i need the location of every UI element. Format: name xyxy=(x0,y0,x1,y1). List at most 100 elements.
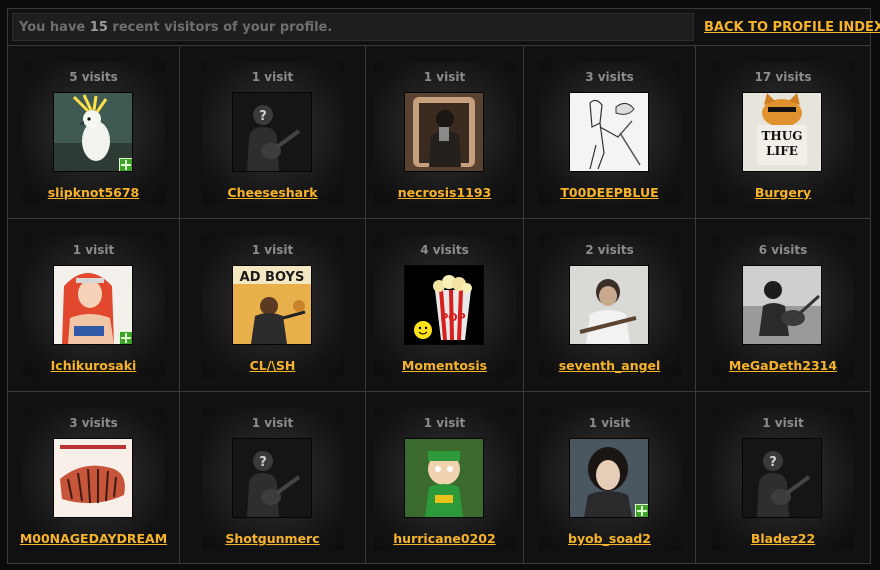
back-to-profile-index-link[interactable]: BACK TO PROFILE INDEX xyxy=(704,20,880,35)
bad-boys-poster-image: AD BOYS xyxy=(232,266,311,344)
visitor-avatar[interactable] xyxy=(403,92,484,172)
mirror-selfie-image xyxy=(404,93,483,171)
visitor-cell: 1 visit AD BOYS CL/\SH xyxy=(180,219,366,392)
visitor-cell: 6 visits MeGaDeth2314 xyxy=(696,219,870,392)
visitor-cell: 5 visits slipknot5678 xyxy=(8,46,180,219)
visitor-username-link[interactable]: seventh_angel xyxy=(529,358,691,373)
visitor-username-link[interactable]: M00NAGEDAYDREAM xyxy=(13,531,175,546)
visitor-username-link[interactable]: CL/\SH xyxy=(192,358,354,373)
visitor-card: 2 visits seventh_angel xyxy=(538,235,681,377)
visitor-cell: 1 visit ? Cheeseshark xyxy=(180,46,366,219)
visitor-avatar[interactable] xyxy=(52,265,133,345)
visitors-prefix: You have xyxy=(19,20,86,35)
online-status-icon xyxy=(118,158,132,171)
visitor-cell: 1 visit Ichikurosaki xyxy=(8,219,180,392)
visitor-cell: 1 visit byob_soad2 xyxy=(524,392,696,563)
visitor-username-link[interactable]: Shotgunmerc xyxy=(192,531,354,546)
online-status-icon xyxy=(118,331,132,344)
visitor-username-link[interactable]: Momentosis xyxy=(364,358,526,373)
visitor-username-link[interactable]: T00DEEPBLUE xyxy=(529,185,691,200)
visitor-card: 5 visits slipknot5678 xyxy=(22,62,165,204)
visit-count: 3 visits xyxy=(69,416,118,430)
visitor-username-link[interactable]: Cheeseshark xyxy=(192,185,354,200)
guitarist-bw-image xyxy=(743,266,821,344)
svg-text:?: ? xyxy=(769,455,777,470)
visitor-avatar[interactable]: ? xyxy=(231,92,312,172)
thug-life-cat-image: THUG LIFE xyxy=(743,93,821,171)
visitor-avatar[interactable] xyxy=(568,438,649,518)
default-guitar-silhouette-image: ? xyxy=(232,93,311,171)
visitor-card: 3 visits T00DEEPBLUE xyxy=(538,62,681,204)
visitor-avatar[interactable]: ? xyxy=(742,438,822,518)
visitors-header: You have 15 recent visitors of your prof… xyxy=(8,9,880,46)
visitor-avatar[interactable]: POP xyxy=(403,265,484,345)
visitor-username-link[interactable]: hurricane0202 xyxy=(364,531,526,546)
visitor-cell: 1 visit hurricane0202 xyxy=(366,392,524,563)
visit-count: 1 visit xyxy=(251,243,294,257)
visitor-card: 1 visit hurricane0202 xyxy=(373,408,516,550)
visitor-avatar[interactable] xyxy=(742,265,822,345)
visitors-grid: 5 visits slipknot5678 1 visit ? Cheesesh… xyxy=(8,46,870,563)
visit-count: 1 visit xyxy=(588,416,631,430)
visitor-username-link[interactable]: Burgery xyxy=(702,185,864,200)
visit-count: 3 visits xyxy=(585,70,634,84)
visitors-panel: You have 15 recent visitors of your prof… xyxy=(7,8,880,564)
visitors-suffix: recent visitors of your profile. xyxy=(112,20,333,35)
visitor-cell: 3 visits M00NAGEDAYDREAM xyxy=(8,392,180,563)
visitor-card: 1 visit AD BOYS CL/\SH xyxy=(201,235,344,377)
svg-text:THUG: THUG xyxy=(762,129,803,143)
visitor-card: 1 visit ? Bladez22 xyxy=(712,408,854,550)
sketch-drawing-image xyxy=(569,93,648,171)
visitor-cell: 17 visits THUG LIFE Burgery xyxy=(696,46,870,219)
visitor-username-link[interactable]: slipknot5678 xyxy=(13,185,175,200)
visitor-username-link[interactable]: byob_soad2 xyxy=(529,531,691,546)
visit-count: 1 visit xyxy=(762,416,804,430)
popcorn-smiley-image: POP xyxy=(404,266,483,344)
visitor-avatar[interactable] xyxy=(403,438,484,518)
visitor-cell: 3 visits T00DEEPBLUE xyxy=(524,46,696,219)
svg-text:POP: POP xyxy=(440,311,465,324)
tiger-drawing-image xyxy=(53,439,132,517)
visitor-avatar[interactable]: AD BOYS xyxy=(231,265,312,345)
visitor-card: 17 visits THUG LIFE Burgery xyxy=(712,62,854,204)
visit-count: 1 visit xyxy=(423,416,466,430)
visitor-cell: 1 visit ? Shotgunmerc xyxy=(180,392,366,563)
visitor-avatar[interactable]: THUG LIFE xyxy=(742,92,822,172)
visitor-username-link[interactable]: MeGaDeth2314 xyxy=(702,358,864,373)
visitor-cell: 4 visits POP Momentosis xyxy=(366,219,524,392)
visit-count: 4 visits xyxy=(420,243,469,257)
visitor-avatar[interactable] xyxy=(568,265,649,345)
boy-with-guitar-image xyxy=(569,266,648,344)
visitors-count: 15 xyxy=(89,20,108,35)
visitor-card: 1 visit Ichikurosaki xyxy=(22,235,165,377)
svg-text:?: ? xyxy=(259,455,267,470)
visit-count: 1 visit xyxy=(251,70,294,84)
online-status-icon xyxy=(634,504,648,517)
visitor-avatar[interactable]: ? xyxy=(231,438,312,518)
visitor-card: 1 visit byob_soad2 xyxy=(538,408,681,550)
visitor-avatar[interactable] xyxy=(52,92,133,172)
cartoon-character-image xyxy=(404,439,483,517)
visitor-card: 1 visit necrosis1193 xyxy=(373,62,516,204)
visitor-card: 6 visits MeGaDeth2314 xyxy=(712,235,854,377)
visitor-username-link[interactable]: necrosis1193 xyxy=(364,185,526,200)
visitor-card: 1 visit ? Shotgunmerc xyxy=(201,408,344,550)
visitor-card: 1 visit ? Cheeseshark xyxy=(201,62,344,204)
visit-count: 1 visit xyxy=(72,243,115,257)
visitor-card: 3 visits M00NAGEDAYDREAM xyxy=(20,408,167,550)
default-guitar-silhouette-image: ? xyxy=(232,439,311,517)
visitor-avatar[interactable] xyxy=(52,438,133,518)
visit-count: 17 visits xyxy=(754,70,812,84)
visitors-summary: You have 15 recent visitors of your prof… xyxy=(12,13,694,41)
svg-text:AD BOYS: AD BOYS xyxy=(239,270,304,285)
visitor-avatar[interactable] xyxy=(568,92,649,172)
svg-text:LIFE: LIFE xyxy=(766,144,798,158)
visit-count: 2 visits xyxy=(585,243,634,257)
visitor-cell: 2 visits seventh_angel xyxy=(524,219,696,392)
visitor-card: 4 visits POP Momentosis xyxy=(373,235,516,377)
svg-text:?: ? xyxy=(259,109,267,124)
visit-count: 6 visits xyxy=(758,243,808,257)
visit-count: 1 visit xyxy=(423,70,466,84)
visitor-username-link[interactable]: Bladez22 xyxy=(702,531,864,546)
visitor-username-link[interactable]: Ichikurosaki xyxy=(13,358,175,373)
